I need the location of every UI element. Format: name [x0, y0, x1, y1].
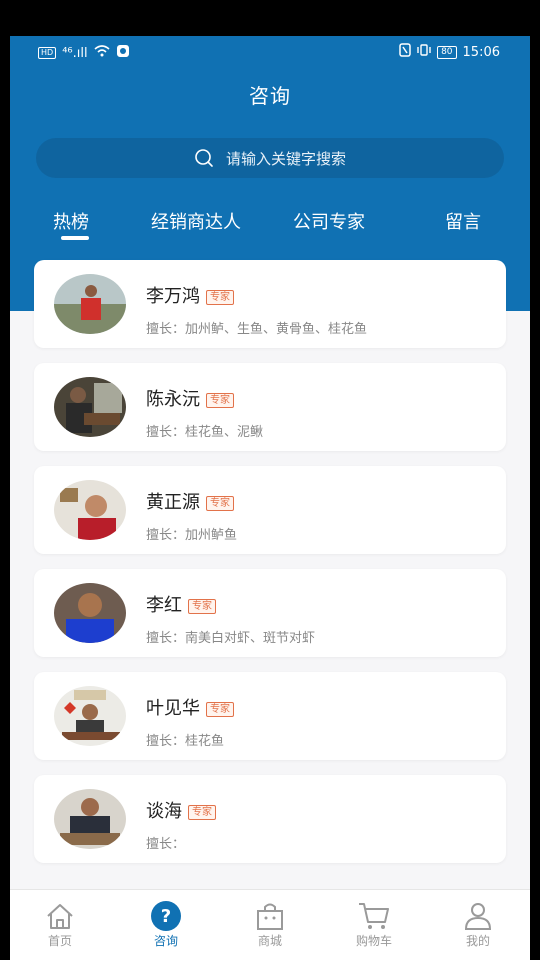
expert-specialty: 擅长：加州鲈鱼 [146, 528, 238, 543]
expert-badge: 专家 [188, 598, 216, 614]
avatar [54, 480, 126, 540]
nav-label: 首页 [47, 934, 72, 948]
expert-badge: 专家 [206, 701, 234, 717]
battery-icon: 80 [437, 45, 457, 59]
expert-card[interactable]: 李红 专家 擅长：南美白对虾、斑节对虾 [34, 569, 506, 657]
bottom-nav: 首页 ? 咨询 商城 购物车 我的 [10, 889, 530, 960]
expert-specialty: 擅长：南美白对虾、斑节对虾 [146, 631, 316, 646]
expert-card[interactable]: 黄正源 专家 擅长：加州鲈鱼 [34, 466, 506, 554]
nav-label: 我的 [465, 934, 490, 948]
expert-card[interactable]: 叶见华 专家 擅长：桂花鱼 [34, 672, 506, 760]
expert-specialty: 擅长：桂花鱼、泥鳅 [146, 425, 264, 440]
expert-name-row: 黄正源 专家 [146, 488, 234, 514]
search-icon [195, 149, 213, 167]
wifi-icon [94, 45, 110, 61]
tab-company-experts[interactable]: 公司专家 [293, 208, 365, 234]
clock: 15:06 [462, 44, 500, 60]
tab-messages[interactable]: 留言 [445, 208, 481, 234]
expert-card[interactable]: 李万鸿 专家 擅长：加州鲈、生鱼、黄骨鱼、桂花鱼 [34, 260, 506, 348]
expert-list: 李万鸿 专家 擅长：加州鲈、生鱼、黄骨鱼、桂花鱼 陈永沅 专家 擅长：桂花鱼、泥鳅 … [34, 260, 506, 878]
question-icon: ? [151, 901, 181, 931]
expert-badge: 专家 [206, 495, 234, 511]
search-bar[interactable]: 请输入关键字搜索 [36, 138, 504, 178]
nav-label: 咨询 [153, 934, 178, 948]
hd-icon: HD [38, 47, 57, 59]
nfc-icon [399, 43, 411, 61]
nav-shop[interactable]: 商城 [230, 900, 310, 949]
tab-bar: 热榜 经销商达人 公司专家 留言 [10, 208, 530, 248]
expert-name-row: 李红 专家 [146, 591, 216, 617]
expert-specialty: 擅长：桂花鱼 [146, 734, 225, 749]
avatar [54, 583, 126, 643]
nav-home[interactable]: 首页 [20, 900, 100, 949]
search-input[interactable]: 请输入关键字搜索 [226, 148, 346, 169]
expert-badge: 专家 [188, 804, 216, 820]
expert-name: 叶见华 [146, 698, 200, 719]
svg-text:?: ? [161, 906, 171, 927]
app-screen: HD ⁴⁶.ıll 80 15:06 咨询 请输入关键字搜索 热榜 经销商达人 [10, 36, 530, 960]
avatar [54, 377, 126, 437]
nav-label: 购物车 [355, 934, 392, 948]
expert-name-row: 谈海 专家 [146, 797, 216, 823]
app-notify-icon [116, 44, 130, 62]
expert-name: 李红 [146, 595, 182, 616]
expert-name-row: 李万鸿 专家 [146, 282, 234, 308]
expert-badge: 专家 [206, 392, 234, 408]
expert-name: 陈永沅 [146, 389, 200, 410]
signal-icon: ⁴⁶.ıll [62, 45, 88, 61]
nav-label: 商城 [257, 934, 282, 948]
expert-specialty: 擅长：加州鲈、生鱼、黄骨鱼、桂花鱼 [146, 322, 368, 337]
expert-name: 李万鸿 [146, 286, 200, 307]
nav-mine[interactable]: 我的 [438, 900, 518, 949]
page-title: 咨询 [249, 84, 291, 108]
vibrate-icon [417, 44, 431, 60]
expert-name: 谈海 [146, 801, 182, 822]
expert-specialty: 擅长： [146, 837, 186, 852]
cart-icon [359, 903, 389, 929]
expert-badge: 专家 [206, 289, 234, 305]
active-tab-indicator [61, 236, 89, 240]
expert-name-row: 叶见华 专家 [146, 694, 234, 720]
avatar [54, 789, 126, 849]
expert-card[interactable]: 谈海 专家 擅长： [34, 775, 506, 863]
expert-card[interactable]: 陈永沅 专家 擅长：桂花鱼、泥鳅 [34, 363, 506, 451]
nav-consult[interactable]: ? 咨询 [126, 900, 206, 949]
expert-name-row: 陈永沅 专家 [146, 385, 234, 411]
expert-name: 黄正源 [146, 492, 200, 513]
status-bar: HD ⁴⁶.ıll 80 15:06 [10, 36, 530, 68]
avatar [54, 274, 126, 334]
tab-hot[interactable]: 热榜 [53, 208, 89, 234]
tab-dealer-experts[interactable]: 经销商达人 [151, 208, 241, 234]
avatar [54, 686, 126, 746]
nav-cart[interactable]: 购物车 [334, 900, 414, 949]
shop-bag-icon [257, 903, 283, 930]
home-icon [47, 904, 73, 929]
user-icon [464, 903, 492, 930]
